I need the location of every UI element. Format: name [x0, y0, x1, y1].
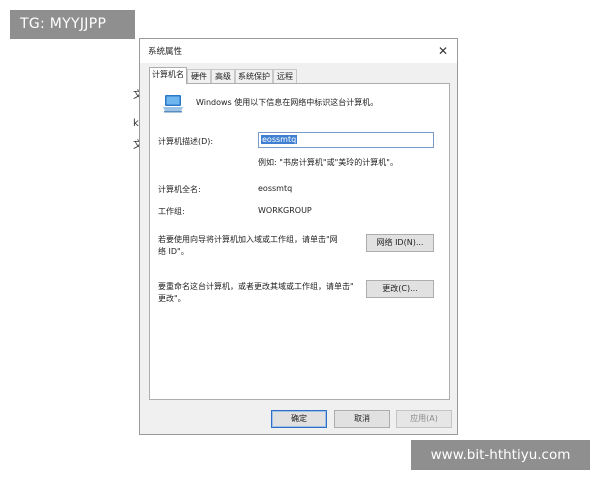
network-id-text: 若要使用向导将计算机加入域或工作组，请单击"网 [158, 235, 338, 244]
network-id-text: 络 ID"。 [158, 247, 189, 256]
tab-computer-name[interactable]: 计算机名 [149, 67, 187, 84]
full-name-label: 计算机全名: [158, 185, 201, 194]
window-title: 系统属性 [148, 47, 183, 57]
rename-text: 要重命名这台计算机，或者更改其域或工作组，请单击" [158, 282, 354, 291]
computer-description-input[interactable]: eossmtq [258, 132, 434, 148]
ok-button[interactable]: 确定 [271, 410, 327, 428]
computer-icon [163, 95, 183, 113]
cancel-button[interactable]: 取消 [334, 410, 390, 428]
watermark-bottom: www.bit-hthtiyu.com [411, 440, 590, 470]
tab-remote[interactable]: 远程 [273, 69, 297, 83]
tab-system-protection[interactable]: 系统保护 [235, 69, 273, 83]
watermark-top: TG: MYYJJPP [10, 10, 135, 39]
title-bar[interactable]: 系统属性 ✕ [140, 39, 457, 63]
description-value: eossmtq [261, 135, 298, 144]
intro-text: Windows 使用以下信息在网络中标识这台计算机。 [196, 98, 379, 107]
description-label: 计算机描述(D): [158, 137, 214, 146]
change-button[interactable]: 更改(C)... [366, 280, 434, 298]
background-text-fragment: k [133, 118, 139, 129]
tab-hardware[interactable]: 硬件 [187, 69, 211, 83]
network-id-button[interactable]: 网络 ID(N)... [366, 234, 434, 252]
apply-button[interactable]: 应用(A) [396, 410, 452, 428]
computer-name-panel: Windows 使用以下信息在网络中标识这台计算机。 计算机描述(D): eos… [149, 83, 450, 400]
system-properties-dialog: 系统属性 ✕ 计算机名 硬件 高级 系统保护 远程 Windows 使用以下信息… [139, 38, 458, 435]
workgroup-value: WORKGROUP [258, 206, 312, 215]
rename-text: 更改"。 [158, 294, 186, 303]
full-name-value: eossmtq [258, 184, 293, 193]
workgroup-label: 工作组: [158, 207, 185, 216]
description-example: 例如: "书房计算机"或"美玲的计算机"。 [258, 158, 398, 167]
tab-advanced[interactable]: 高级 [211, 69, 235, 83]
close-icon[interactable]: ✕ [435, 43, 451, 59]
